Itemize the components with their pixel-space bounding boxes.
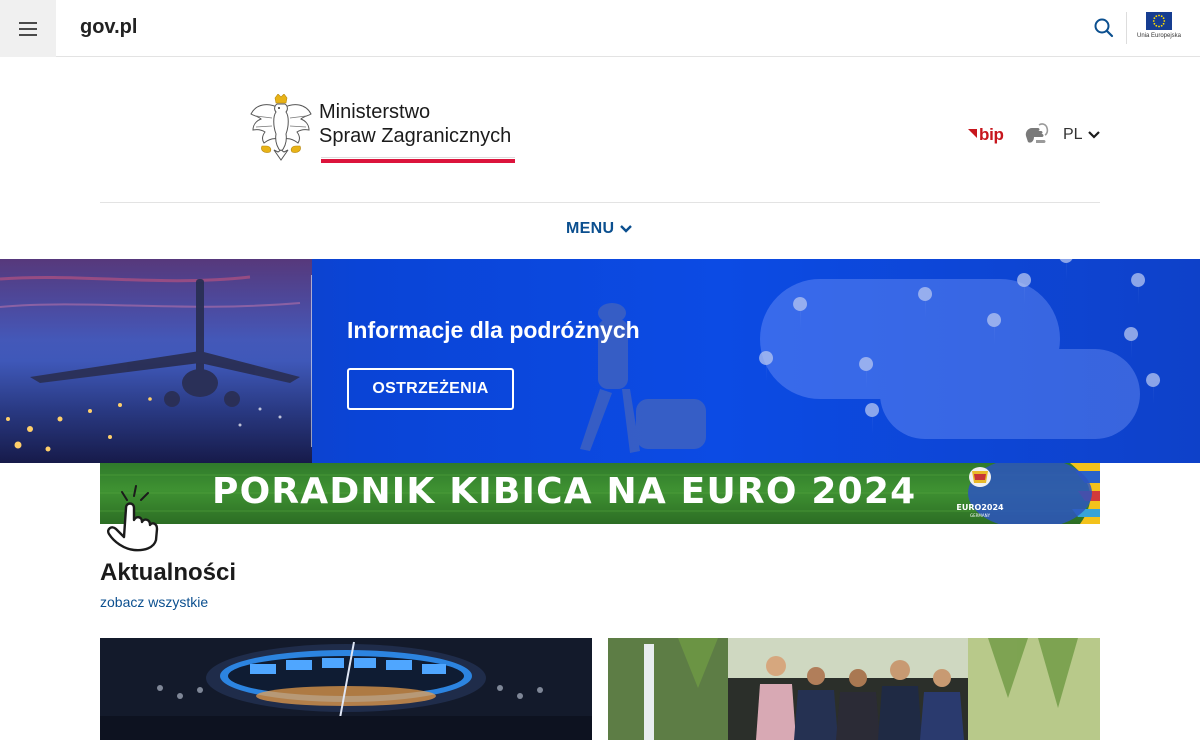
main-menu-button[interactable]: MENU bbox=[566, 220, 633, 238]
bip-link[interactable]: bip bbox=[968, 124, 1004, 146]
news-card[interactable] bbox=[608, 638, 1100, 740]
divider bbox=[1126, 12, 1127, 44]
see-all-news-link[interactable]: zobacz wszystkie bbox=[100, 594, 208, 610]
banner-title: Informacje dla podróżnych bbox=[347, 317, 640, 343]
ministry-name: Ministerstwo Spraw Zagranicznych bbox=[319, 100, 511, 148]
banner-divider bbox=[311, 275, 312, 447]
eu-logo: Unia Europejska bbox=[1134, 12, 1184, 46]
hamburger-icon bbox=[19, 21, 37, 24]
news-card[interactable] bbox=[100, 638, 592, 740]
euro-logo-text: EURO2024 bbox=[956, 503, 1004, 512]
bip-icon bbox=[968, 128, 977, 138]
sign-language-link[interactable] bbox=[1022, 122, 1050, 148]
language-selector[interactable]: PL bbox=[1063, 126, 1101, 144]
bip-label: bip bbox=[979, 125, 1004, 144]
header-divider bbox=[100, 202, 1100, 203]
eagle-emblem-icon bbox=[250, 94, 312, 161]
pointing-hand-icon[interactable] bbox=[100, 482, 164, 552]
search-button[interactable] bbox=[1092, 16, 1116, 40]
euro-logo-subtext: GERMANY bbox=[970, 513, 991, 518]
travel-info-banner[interactable]: Informacje dla podróżnych OSTRZEŻENIA bbox=[0, 259, 1200, 463]
news-card-image bbox=[608, 638, 1100, 740]
euro-banner-text: PORADNIK KIBICA NA EURO 2024 bbox=[212, 471, 917, 512]
top-bar: gov.pl Unia Europejska bbox=[0, 0, 1200, 57]
ministry-name-line1: Ministerstwo bbox=[319, 101, 431, 123]
language-label: PL bbox=[1063, 126, 1083, 143]
sign-language-icon bbox=[1025, 123, 1049, 143]
flag-stripe bbox=[321, 157, 515, 163]
chevron-down-icon bbox=[1087, 131, 1100, 139]
chevron-down-icon bbox=[620, 225, 633, 233]
news-card-image bbox=[100, 638, 592, 740]
menu-label: MENU bbox=[566, 220, 615, 237]
search-icon bbox=[1094, 18, 1114, 38]
site-logo[interactable]: gov.pl bbox=[80, 16, 137, 39]
banner-artwork bbox=[0, 259, 1161, 463]
eu-flag-icon bbox=[1146, 12, 1172, 30]
eu-label: Unia Europejska bbox=[1136, 33, 1182, 39]
ministry-name-line2: Spraw Zagranicznych bbox=[319, 125, 512, 147]
warnings-button[interactable]: OSTRZEŻENIA bbox=[347, 368, 514, 410]
hamburger-menu-button[interactable] bbox=[0, 0, 56, 57]
euro-2024-banner[interactable]: EURO2024 GERMANY PORADNIK KIBICA NA EURO… bbox=[100, 463, 1100, 524]
ministry-logo[interactable]: Ministerstwo Spraw Zagranicznych bbox=[248, 94, 528, 166]
news-section-title: Aktualności bbox=[100, 559, 237, 586]
